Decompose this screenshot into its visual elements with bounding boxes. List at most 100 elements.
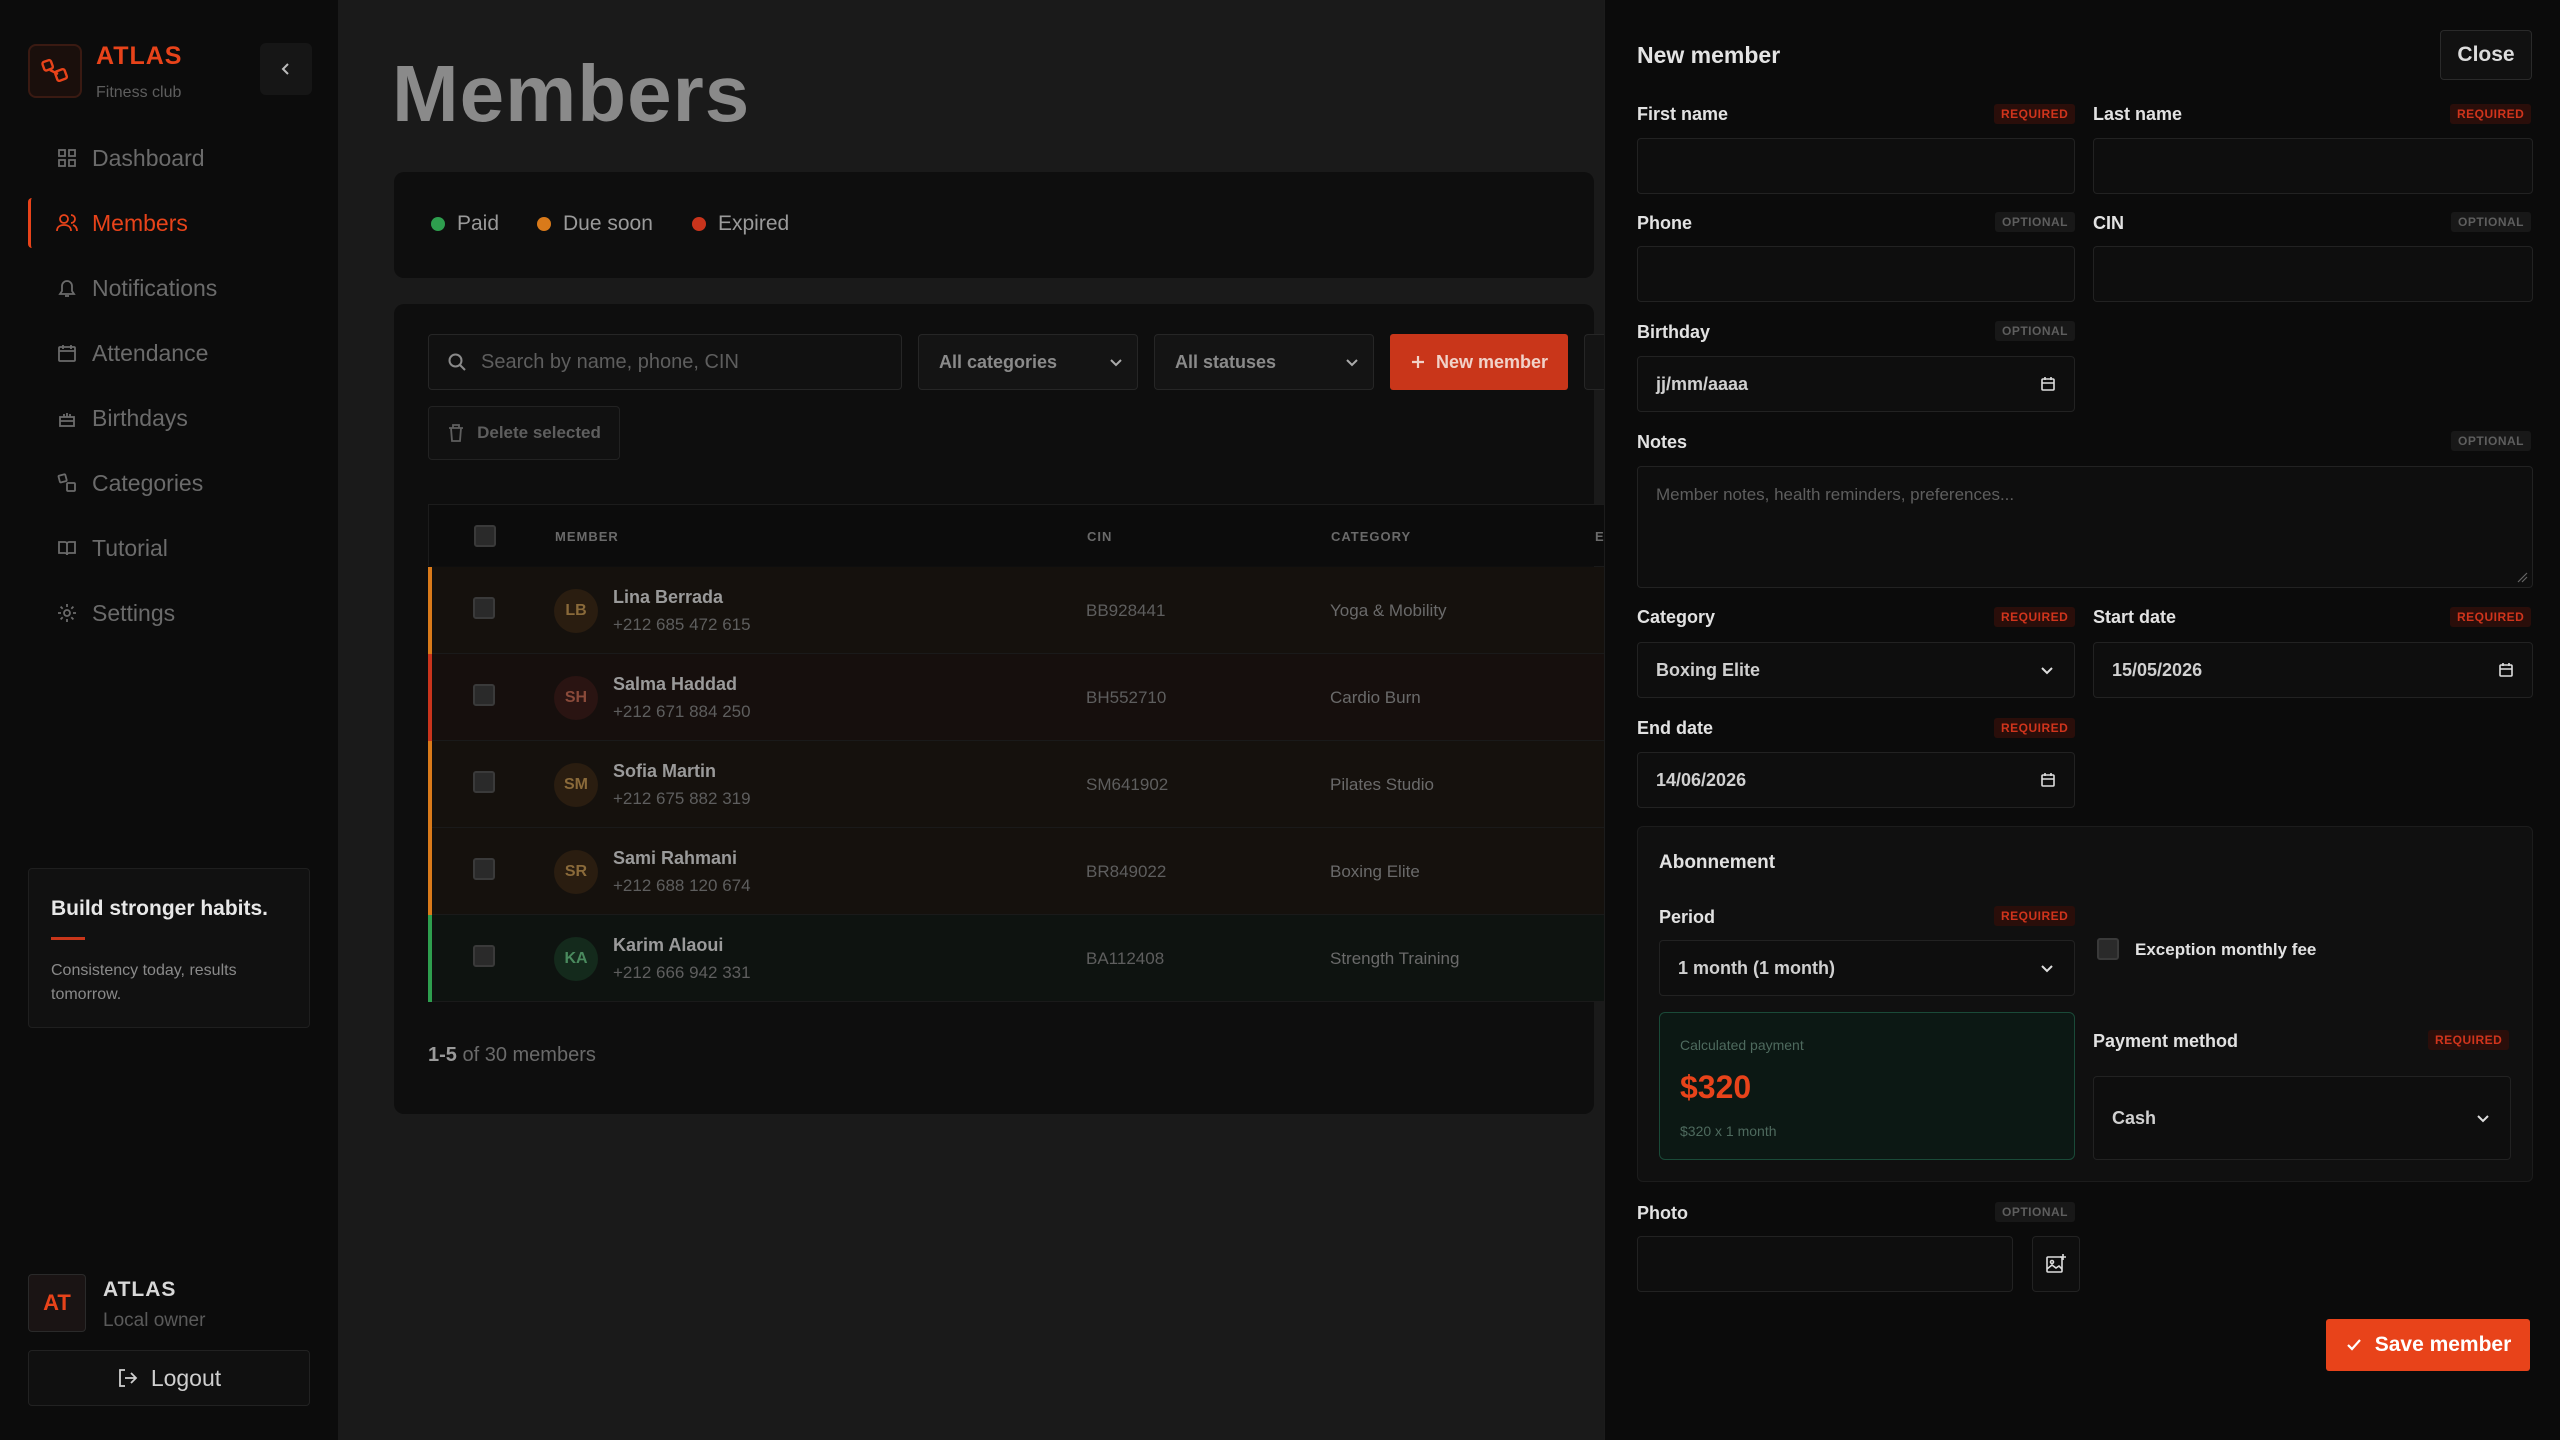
sidebar-item-notifications[interactable]: Notifications — [28, 263, 310, 313]
status-indicator — [428, 741, 432, 828]
legend-label: Paid — [457, 212, 500, 235]
member-cin: BH552710 — [1086, 688, 1167, 707]
member-category: Pilates Studio — [1330, 775, 1434, 794]
sidebar-item-attendance[interactable]: Attendance — [28, 328, 310, 378]
category-select[interactable]: Boxing Elite — [1637, 642, 2075, 698]
chevron-left-icon — [281, 63, 289, 75]
status-indicator — [428, 654, 432, 741]
required-tag: REQUIRED — [1994, 104, 2076, 124]
row-checkbox[interactable] — [473, 945, 495, 967]
cin-label: CIN — [2093, 213, 2124, 233]
status-dot — [692, 217, 706, 231]
user-avatar: AT — [28, 1274, 86, 1332]
optional-tag: OPTIONAL — [1995, 1202, 2075, 1222]
optional-tag: OPTIONAL — [2451, 431, 2531, 451]
end-date-field[interactable]: 14/06/2026 — [1637, 752, 2075, 808]
status-indicator — [428, 828, 432, 915]
last-name-field[interactable] — [2093, 138, 2533, 194]
status-filter-select[interactable]: All statuses — [1154, 334, 1374, 390]
table-row[interactable]: LB Lina Berrada +212 685 472 615 BB92844… — [428, 567, 1608, 654]
member-name: Sofia Martin — [613, 761, 717, 781]
chevron-down-icon — [2041, 667, 2053, 675]
first-name-label: First name — [1637, 104, 1729, 124]
first-name-field[interactable] — [1637, 138, 2075, 194]
start-date-field[interactable]: 15/05/2026 — [2093, 642, 2533, 698]
sidebar-item-label: Members — [92, 209, 188, 236]
legend-label: Expired — [718, 212, 790, 235]
sidebar-item-members[interactable]: Members — [28, 198, 310, 248]
table-row[interactable]: KA Karim Alaoui +212 666 942 331 BA11240… — [428, 915, 1608, 1002]
photo-field[interactable] — [1637, 1236, 2013, 1292]
avatar: SH — [554, 676, 598, 720]
search-input[interactable]: Search by name, phone, CIN — [428, 334, 902, 390]
required-tag: REQUIRED — [1994, 718, 2076, 738]
save-member-button[interactable]: Save member — [2326, 1319, 2530, 1371]
optional-tag: OPTIONAL — [1995, 321, 2075, 341]
category-filter-select[interactable]: All categories — [918, 334, 1138, 390]
start-date-value: 15/05/2026 — [2112, 659, 2203, 680]
category-value: Boxing Elite — [1656, 659, 1761, 680]
table-row[interactable]: SM Sofia Martin +212 675 882 319 SM64190… — [428, 741, 1608, 828]
habit-card: Build stronger habits. Consistency today… — [28, 868, 310, 1028]
search-placeholder: Search by name, phone, CIN — [481, 350, 739, 373]
sidebar-item-dashboard[interactable]: Dashboard — [28, 133, 310, 183]
check-icon — [2346, 1339, 2361, 1351]
page-title: Members — [392, 49, 751, 138]
status-filter-value: All statuses — [1175, 351, 1277, 372]
category-filter-value: All categories — [939, 351, 1058, 372]
chevron-down-icon — [2041, 965, 2053, 973]
notes-textarea[interactable]: Member notes, health reminders, preferen… — [1637, 466, 2533, 588]
required-tag: REQUIRED — [2450, 607, 2532, 627]
search-icon — [448, 353, 466, 371]
chevron-down-icon — [1346, 359, 1358, 367]
member-phone: +212 675 882 319 — [613, 789, 751, 808]
delete-selected-button[interactable]: Delete selected — [428, 406, 620, 460]
logout-icon — [118, 1369, 138, 1387]
user-role: Local owner — [103, 1310, 206, 1331]
book-icon — [56, 537, 78, 559]
member-cin: SM641902 — [1086, 775, 1169, 794]
phone-field[interactable] — [1637, 246, 2075, 302]
member-phone: +212 666 942 331 — [613, 963, 751, 982]
period-select[interactable]: 1 month (1 month) — [1659, 940, 2075, 996]
pagination-range: 1-5 — [428, 1044, 457, 1066]
cin-field[interactable] — [2093, 246, 2533, 302]
sidebar-item-tutorial[interactable]: Tutorial — [28, 523, 310, 573]
birthday-field[interactable]: jj/mm/aaaa — [1637, 356, 2075, 412]
member-name: Lina Berrada — [613, 587, 724, 607]
exception-monthly-fee-label: Exception monthly fee — [2135, 940, 2317, 959]
select-all-checkbox[interactable] — [474, 525, 496, 547]
chevron-down-icon — [2477, 1115, 2489, 1123]
table-row[interactable]: SH Salma Haddad +212 671 884 250 BH55271… — [428, 654, 1608, 741]
brand-subtitle: Fitness club — [96, 84, 182, 101]
birthday-label: Birthday — [1637, 322, 1711, 342]
sidebar-item-label: Settings — [92, 599, 176, 626]
phone-label: Phone — [1637, 213, 1693, 233]
sidebar-item-categories[interactable]: Categories — [28, 458, 310, 508]
chevron-down-icon — [1110, 359, 1122, 367]
avatar: SM — [554, 763, 598, 807]
sidebar-item-settings[interactable]: Settings — [28, 588, 310, 638]
row-checkbox[interactable] — [473, 684, 495, 706]
sidebar-item-birthdays[interactable]: Birthdays — [28, 393, 310, 443]
logout-button[interactable]: Logout — [28, 1350, 310, 1406]
required-tag: REQUIRED — [2450, 104, 2532, 124]
row-checkbox[interactable] — [473, 597, 495, 619]
exception-monthly-fee-checkbox[interactable] — [2097, 938, 2119, 960]
member-cin: BB928441 — [1086, 601, 1166, 620]
payment-method-value: Cash — [2112, 1107, 2157, 1128]
row-checkbox[interactable] — [473, 858, 495, 880]
payment-method-select[interactable]: Cash — [2093, 1076, 2511, 1160]
close-button[interactable]: Close — [2440, 30, 2532, 80]
legend-due-soon: Due soon — [537, 212, 653, 236]
calendar-icon — [2499, 663, 2513, 677]
avatar: SR — [554, 850, 598, 894]
upload-photo-button[interactable] — [2032, 1236, 2080, 1292]
sidebar-item-label: Attendance — [92, 339, 209, 366]
new-member-button[interactable]: New member — [1390, 334, 1568, 390]
row-checkbox[interactable] — [473, 771, 495, 793]
table-row[interactable]: SR Sami Rahmani +212 688 120 674 BR84902… — [428, 828, 1608, 915]
member-name: Salma Haddad — [613, 674, 738, 694]
collapse-sidebar-button[interactable] — [260, 43, 312, 95]
optional-tag: OPTIONAL — [1995, 212, 2075, 232]
